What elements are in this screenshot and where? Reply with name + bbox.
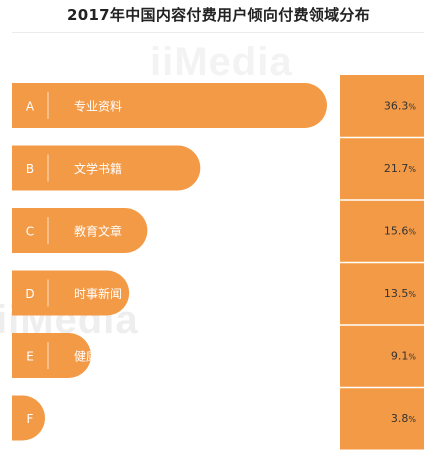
category-letter: A (26, 100, 35, 114)
category-label: 文学书籍 (74, 161, 122, 176)
category-label: 健康心理 (74, 349, 122, 364)
category-label: 专业资料 (74, 99, 122, 114)
category-letter: C (26, 225, 34, 239)
category-letter: F (27, 412, 34, 426)
category-letter: B (26, 162, 34, 176)
category-label: 时事新闻 (74, 286, 122, 301)
category-label: 其他资源 (74, 412, 122, 426)
category-label: 教育文章 (74, 224, 122, 239)
bar-A (12, 83, 327, 128)
category-letter: D (25, 287, 34, 301)
category-letter: E (26, 350, 34, 364)
bar-chart: A 专业资料 36.3%B 文学书籍 21.7%C 教育文章 15.6%D 时事新闻 13.5%… (12, 75, 424, 450)
